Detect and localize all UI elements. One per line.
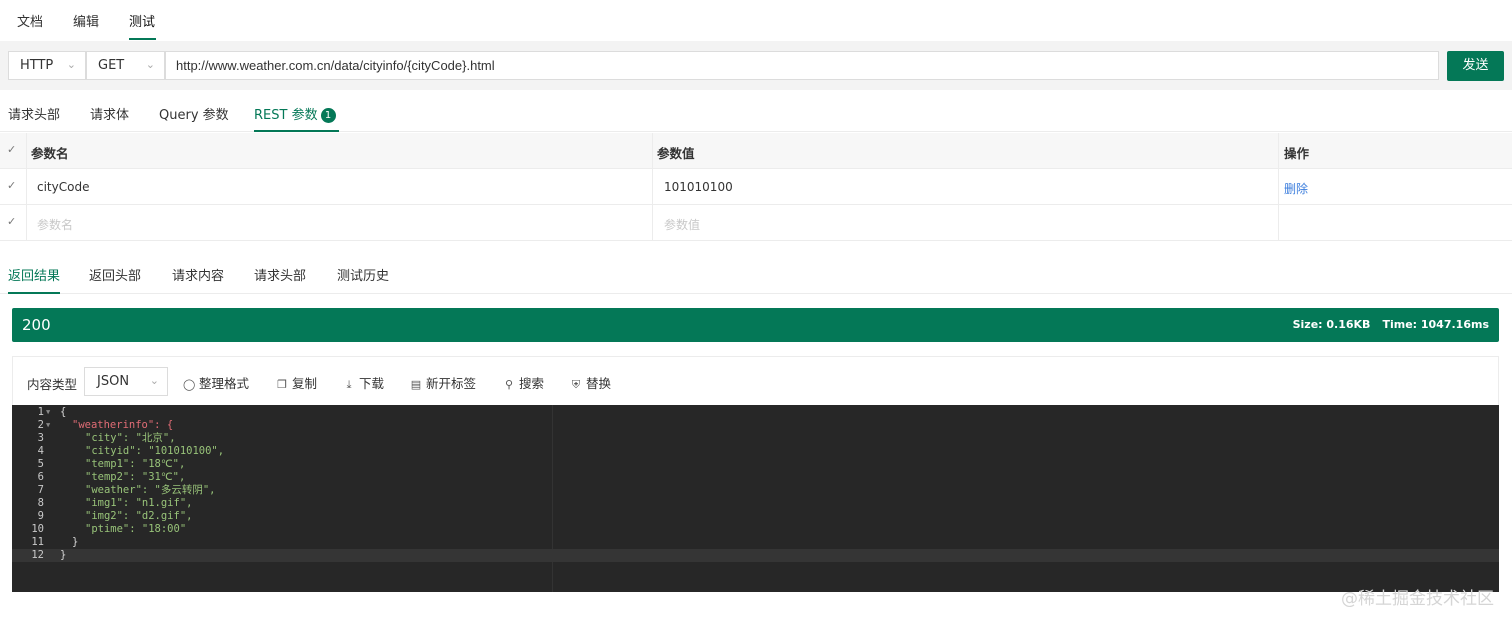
search-button[interactable]: ⚲ 搜索 xyxy=(503,373,544,392)
check-icon[interactable]: ✓ xyxy=(7,215,16,228)
param-name-cell[interactable]: cityCode xyxy=(27,169,653,205)
shield-icon: ⛨ xyxy=(571,378,581,391)
new-tab-label: 新开标签 xyxy=(426,376,477,391)
download-icon: ⤓ xyxy=(346,378,352,391)
param-value-cell[interactable]: 101010100 xyxy=(653,169,1279,205)
tab-response-headers[interactable]: 返回头部 xyxy=(89,265,141,284)
fold-icon[interactable]: ▼ xyxy=(46,406,50,419)
chevron-down-icon: ⌄ xyxy=(66,58,76,71)
search-label: 搜索 xyxy=(519,376,545,391)
check-icon[interactable]: ✓ xyxy=(7,179,16,192)
code-line-current: 12} xyxy=(12,549,1499,562)
active-tab-indicator xyxy=(8,292,60,294)
request-bar: HTTP ⌄ GET ⌄ http://www.weather.com.cn/d… xyxy=(0,41,1512,90)
content-type-select[interactable]: JSON ⌄ xyxy=(84,367,168,396)
tab-rest-params[interactable]: REST 参数 1 xyxy=(254,104,336,123)
response-size: Size: 0.16KB xyxy=(1292,318,1371,331)
tab-request-content[interactable]: 请求内容 xyxy=(172,265,224,284)
code-line: 5 "temp1": "18℃", xyxy=(37,458,186,470)
param-value: 101010100 xyxy=(664,180,733,194)
table-row: ✓ cityCode 101010100 删除 xyxy=(0,169,1512,205)
param-value-placeholder: 参数值 xyxy=(664,218,701,232)
tab-test-history[interactable]: 测试历史 xyxy=(337,265,389,284)
method-value: GET xyxy=(98,58,125,73)
table-row-empty: ✓ 参数名 参数值 xyxy=(0,205,1512,241)
protocol-select[interactable]: HTTP ⌄ xyxy=(8,51,86,80)
download-button[interactable]: ⤓ 下载 xyxy=(343,373,384,392)
status-code: 200 xyxy=(22,316,51,334)
code-line: 11} xyxy=(31,536,79,548)
document-icon: ▤ xyxy=(410,378,422,391)
tab-request-headers-resp[interactable]: 请求头部 xyxy=(254,265,306,284)
response-time: Time: 1047.16ms xyxy=(1382,318,1489,331)
top-tab-bar: 文档 编辑 测试 xyxy=(0,0,1512,41)
code-line: 1 ▼{ xyxy=(37,406,67,419)
code-line: 4 "cityid": "101010100", xyxy=(37,445,225,457)
tab-doc[interactable]: 文档 xyxy=(17,11,43,30)
tab-request-body[interactable]: 请求体 xyxy=(90,104,129,123)
status-bar: 200 Size: 0.16KB Time: 1047.16ms xyxy=(12,308,1499,342)
code-line: 9 "img2": "d2.gif", xyxy=(37,510,193,522)
active-tab-indicator xyxy=(254,130,339,132)
tab-response-result[interactable]: 返回结果 xyxy=(8,265,60,284)
column-header-value: 参数值 xyxy=(657,146,695,161)
code-line: 3 "city": "北京", xyxy=(37,432,176,444)
tab-edit[interactable]: 编辑 xyxy=(73,11,99,30)
chevron-down-icon: ⌄ xyxy=(145,58,155,71)
column-header-action: 操作 xyxy=(1284,146,1310,161)
replace-button[interactable]: ⛨ 替换 xyxy=(570,373,611,392)
url-input[interactable]: http://www.weather.com.cn/data/cityinfo/… xyxy=(165,51,1439,80)
delete-link[interactable]: 删除 xyxy=(1284,180,1308,197)
code-line: 10 "ptime": "18:00" xyxy=(31,523,187,535)
chevron-down-icon: ⌄ xyxy=(149,374,159,387)
param-name-input[interactable]: 参数名 xyxy=(27,205,653,241)
new-tab-button[interactable]: ▤ 新开标签 xyxy=(410,373,476,392)
format-button[interactable]: ◯ 整理格式 xyxy=(183,373,249,392)
tab-test[interactable]: 测试 xyxy=(129,11,155,30)
response-toolbar: 内容类型 JSON ⌄ ◯ 整理格式 ❐ 复制 ⤓ 下载 ▤ 新开标签 ⚲ 搜索 ⛨ 替换 xyxy=(13,357,1498,405)
count-badge: 1 xyxy=(320,108,336,123)
tab-query-params[interactable]: Query 参数 xyxy=(159,104,229,123)
param-tab-bar: 请求头部 请求体 Query 参数 REST 参数 1 xyxy=(0,90,1512,132)
code-line: 8 "img1": "n1.gif", xyxy=(37,497,193,509)
method-select[interactable]: GET ⌄ xyxy=(86,51,165,80)
param-value-input[interactable]: 参数值 xyxy=(653,205,1279,241)
check-all-icon[interactable]: ✓ xyxy=(7,143,16,156)
format-label: 整理格式 xyxy=(199,376,250,391)
watermark: @稀土掘金技术社区 xyxy=(1341,589,1494,609)
code-line: 7 "weather": "多云转阴", xyxy=(37,484,216,496)
copy-button[interactable]: ❐ 复制 xyxy=(276,373,317,392)
download-label: 下载 xyxy=(359,376,385,391)
send-button[interactable]: 发送 xyxy=(1447,51,1504,81)
active-tab-indicator xyxy=(129,38,156,40)
column-header-name: 参数名 xyxy=(31,146,69,161)
search-icon: ⚲ xyxy=(504,378,514,391)
table-header: ✓ 参数名 参数值 操作 xyxy=(0,133,1512,169)
content-type-label: 内容类型 xyxy=(27,377,78,392)
response-tab-bar: 返回结果 返回头部 请求内容 请求头部 测试历史 xyxy=(0,256,1512,294)
status-meta: Size: 0.16KB Time: 1047.16ms xyxy=(1293,318,1489,331)
protocol-value: HTTP xyxy=(20,58,54,73)
param-name-placeholder: 参数名 xyxy=(37,218,74,232)
content-type-value: JSON xyxy=(97,374,130,389)
copy-icon: ❐ xyxy=(277,378,287,391)
code-editor[interactable]: 1 ▼{ 2 ▼ "weatherinfo": { 3 "city": "北京", 4 "… xyxy=(12,405,1499,592)
tab-request-headers[interactable]: 请求头部 xyxy=(8,104,60,123)
copy-label: 复制 xyxy=(292,376,318,391)
fold-icon[interactable]: ▼ xyxy=(46,419,50,432)
code-line: 2 ▼ "weatherinfo": { xyxy=(37,419,174,432)
param-name: cityCode xyxy=(37,180,90,194)
replace-label: 替换 xyxy=(586,376,612,391)
tab-rest-params-label: REST 参数 xyxy=(254,108,318,123)
code-line: 6 "temp2": "31℃", xyxy=(37,471,186,483)
format-icon: ◯ xyxy=(183,378,196,391)
